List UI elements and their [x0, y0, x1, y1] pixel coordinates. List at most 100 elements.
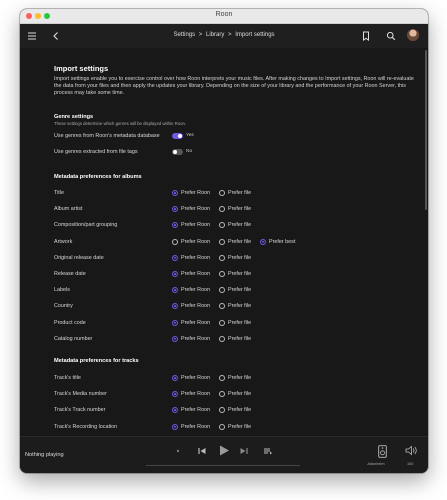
albums-preference-row: Composition/part grouping Prefer Roon Pref… [54, 221, 408, 231]
radio-button[interactable] [172, 335, 178, 342]
radio-button[interactable] [172, 206, 178, 213]
volume-icon[interactable] [405, 445, 418, 456]
setting-label: Use genres from Roon's metadata database [54, 133, 160, 139]
radio-option-label: Prefer file [228, 303, 252, 310]
albums-preference-row: Artwork Prefer Roon Prefer file Prefer best [54, 238, 408, 248]
scrollbar[interactable] [425, 50, 427, 210]
window-title: Roon [215, 11, 233, 18]
radio-button[interactable] [172, 287, 178, 294]
preference-label: Product code [54, 319, 86, 326]
preference-label: Catalog number [54, 335, 93, 342]
radio-button[interactable] [219, 287, 225, 294]
radio-option-label: Prefer file [228, 271, 252, 277]
radio-option-label: Prefer Roon [181, 238, 211, 245]
intro-text: Import settings enable you to exercise c… [54, 76, 414, 96]
toggle-knob [178, 134, 182, 138]
radio-button[interactable] [172, 254, 178, 261]
radio-button[interactable] [219, 375, 225, 381]
radio-option-label: Prefer file [228, 238, 252, 245]
radio-option-label: Prefer file [228, 190, 252, 196]
preference-label: Labels [54, 287, 70, 294]
radio-option-label: Prefer file [228, 206, 252, 213]
radio-option-label: Prefer file [228, 391, 252, 398]
playback-progress-bar[interactable] [146, 465, 300, 466]
radio-option-label: Prefer Roon [181, 423, 211, 430]
play-icon[interactable] [218, 444, 230, 457]
player-bar: Nothing playing Jotunheim 100 [20, 436, 428, 473]
toggle-switch[interactable] [172, 149, 183, 155]
shuffle-icon[interactable] [174, 447, 182, 455]
zone-name: Jotunheim [367, 462, 385, 466]
radio-button[interactable] [219, 335, 225, 342]
breadcrumb-separator: > [198, 32, 203, 38]
volume-level: 100 [407, 462, 414, 466]
search-icon[interactable] [385, 30, 397, 42]
radio-button[interactable] [172, 391, 178, 398]
preference-label: Track's Track number [54, 407, 106, 414]
radio-button[interactable] [172, 407, 178, 414]
genre-settings-title: Genre settings [54, 114, 94, 120]
radio-button[interactable] [219, 222, 225, 229]
radio-option-label: Prefer Roon [181, 222, 211, 229]
now-playing-text: Nothing playing [25, 452, 64, 458]
speaker-zone-icon[interactable] [378, 445, 387, 458]
radio-button[interactable] [219, 271, 225, 277]
radio-button[interactable] [219, 190, 225, 196]
preference-label: Country [54, 303, 73, 310]
radio-button[interactable] [260, 238, 266, 245]
radio-option-label: Prefer Roon [181, 271, 211, 277]
radio-button[interactable] [172, 319, 178, 326]
albums-preference-row: Product code Prefer Roon Prefer file [54, 319, 408, 329]
track-metadata-title: Metadata preferences for tracks [54, 358, 139, 364]
radio-button[interactable] [219, 238, 225, 245]
radio-button[interactable] [219, 254, 225, 261]
radio-button[interactable] [172, 375, 178, 381]
radio-option-label: Prefer file [228, 287, 252, 294]
radio-option-label: Prefer file [228, 375, 252, 381]
tracks-preference-row: Track's Track number Prefer Roon Prefer fi… [54, 406, 408, 416]
radio-button[interactable] [219, 303, 225, 310]
radio-option-label: Prefer Roon [181, 303, 211, 310]
radio-option-label: Prefer Roon [181, 319, 211, 326]
radio-button[interactable] [219, 391, 225, 398]
radio-button[interactable] [172, 190, 178, 196]
preference-label: Release date [54, 271, 86, 277]
radio-option-label: Prefer file [228, 407, 252, 414]
toggle-switch[interactable] [172, 133, 183, 139]
radio-button[interactable] [219, 423, 225, 430]
albums-preference-row: Release date Prefer Roon Prefer file [54, 270, 408, 280]
queue-icon[interactable] [263, 446, 273, 456]
genre-settings-subtitle: These settings determine which genres wi… [54, 121, 187, 126]
radio-option-label: Prefer Roon [181, 391, 211, 398]
user-avatar[interactable] [407, 29, 419, 41]
previous-track-icon[interactable] [197, 446, 207, 456]
preference-label: Track's title [54, 375, 81, 381]
radio-option-label: Prefer Roon [181, 206, 211, 213]
breadcrumb-settings[interactable]: Settings [173, 32, 195, 38]
app-window: Roon Settings > Library > Import setting… [20, 9, 428, 473]
radio-option-label: Prefer Roon [181, 375, 211, 381]
radio-button[interactable] [172, 303, 178, 310]
preference-label: Album artist [54, 206, 83, 213]
breadcrumb-import-settings: Import settings [235, 32, 275, 38]
radio-button[interactable] [219, 319, 225, 326]
settings-content: Import settings Import settings enable y… [20, 48, 428, 436]
radio-button[interactable] [172, 423, 178, 430]
next-track-icon[interactable] [239, 446, 249, 456]
radio-button[interactable] [219, 407, 225, 414]
radio-button[interactable] [172, 238, 178, 245]
bookmark-icon[interactable] [360, 30, 372, 42]
albums-preference-row: Labels Prefer Roon Prefer file [54, 286, 408, 296]
setting-label: Use genres extracted from file tags [54, 149, 138, 155]
preference-label: Artwork [54, 238, 73, 245]
radio-button[interactable] [172, 271, 178, 277]
album-metadata-title: Metadata preferences for albums [54, 174, 142, 180]
breadcrumb-library[interactable]: Library [206, 32, 224, 38]
preference-label: Title [54, 190, 64, 196]
preference-label: Track's Media number [54, 391, 107, 398]
tracks-preference-row: Track's title Prefer Roon Prefer file [54, 374, 408, 384]
radio-option-label: Prefer Roon [181, 407, 211, 414]
radio-button[interactable] [219, 206, 225, 213]
radio-option-label: Prefer Roon [181, 190, 211, 196]
radio-button[interactable] [172, 222, 178, 229]
